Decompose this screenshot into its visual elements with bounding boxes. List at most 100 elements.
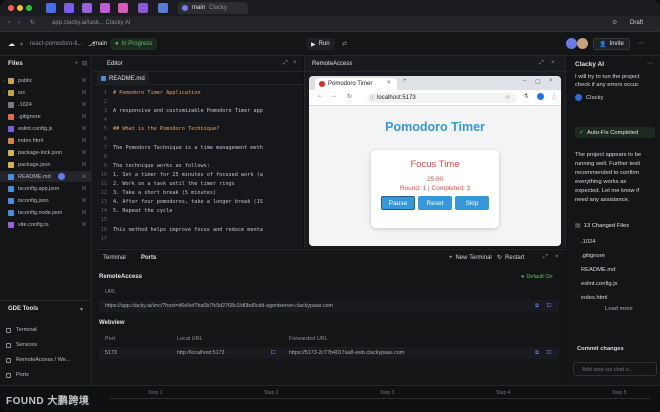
- star-icon[interactable]: ☆: [505, 94, 510, 101]
- close-icon[interactable]: ×: [551, 60, 555, 66]
- close-icon[interactable]: ×: [293, 60, 297, 66]
- settings-icon[interactable]: ⇄: [342, 40, 347, 47]
- close-icon[interactable]: ×: [555, 254, 559, 260]
- changed-file[interactable]: .gitignore: [581, 252, 660, 260]
- tab-terminal[interactable]: Terminal: [103, 250, 126, 265]
- remote-url-row[interactable]: https://app.clacky.ai/vnc/?host=d6e5ef7b…: [99, 300, 559, 312]
- load-more-button[interactable]: Load more: [605, 305, 660, 313]
- file-item[interactable]: .1024 M: [0, 99, 92, 110]
- step-label[interactable]: Step 4: [496, 390, 510, 396]
- reload-icon[interactable]: ↻: [347, 93, 352, 100]
- file-item-selected[interactable]: README.md M: [0, 171, 92, 182]
- file-item[interactable]: › src M: [0, 87, 92, 98]
- file-item[interactable]: vite.config.ts M: [0, 219, 92, 230]
- forward-icon[interactable]: ›: [18, 20, 20, 26]
- restart-button[interactable]: ↻ Restart: [497, 250, 524, 265]
- tool-terminal[interactable]: Terminal: [6, 325, 37, 335]
- minimize-window-icon[interactable]: [17, 5, 23, 11]
- step-label[interactable]: Step 1: [148, 390, 162, 396]
- tool-remote-access[interactable]: RemoteAccess / We...: [6, 355, 70, 365]
- invite-button[interactable]: 👤 Invite: [593, 38, 630, 50]
- tab-favicon-icon[interactable]: [82, 3, 92, 13]
- close-tab-icon[interactable]: ×: [387, 80, 391, 86]
- tab-favicon-icon[interactable]: [100, 3, 110, 13]
- file-item[interactable]: index.html M: [0, 135, 92, 146]
- maximize-icon[interactable]: ⤢: [539, 60, 544, 67]
- extension-icon[interactable]: ⚙: [612, 19, 617, 26]
- reset-button[interactable]: Reset: [418, 196, 452, 210]
- code-line[interactable]: 17: [93, 234, 303, 244]
- browser-tab-pomodoro[interactable]: Pomodoro Timer ×: [315, 78, 397, 90]
- file-item[interactable]: › public M: [0, 75, 92, 86]
- default-on-toggle[interactable]: ● Default On: [521, 274, 553, 280]
- chevron-down-icon[interactable]: ▾: [80, 306, 83, 313]
- profile-label[interactable]: Draft: [630, 20, 643, 26]
- maximize-icon[interactable]: ⤢: [283, 60, 288, 67]
- copy-icon[interactable]: ⧉: [535, 350, 539, 357]
- file-item[interactable]: tsconfig.app.json M: [0, 183, 92, 194]
- step-label[interactable]: Step 3: [380, 390, 394, 396]
- file-item[interactable]: package-lock.json M: [0, 147, 92, 158]
- tab-favicon-icon[interactable]: [158, 3, 168, 13]
- file-item[interactable]: tsconfig.node.json M: [0, 207, 92, 218]
- file-item[interactable]: eslint.config.js M: [0, 123, 92, 134]
- app-logo-icon[interactable]: ☁: [8, 40, 15, 48]
- run-button[interactable]: ▶ Run: [306, 38, 335, 50]
- extension-icon[interactable]: ⚗: [523, 93, 528, 100]
- new-file-icon[interactable]: +: [74, 61, 78, 67]
- repo-name[interactable]: react-pomodoro-ti...: [30, 41, 82, 47]
- close-icon[interactable]: ×: [549, 78, 553, 84]
- branch-name[interactable]: main: [94, 41, 107, 47]
- new-terminal-button[interactable]: + New Terminal: [449, 250, 492, 265]
- port-row[interactable]: 5173 http://localhost:5173 ⧠ https://517…: [99, 347, 559, 359]
- chevron-down-icon[interactable]: ▾: [20, 41, 23, 48]
- close-window-icon[interactable]: [8, 5, 14, 11]
- open-external-icon[interactable]: ⧠: [547, 350, 551, 357]
- back-icon[interactable]: ‹: [8, 20, 10, 26]
- avatar[interactable]: [577, 38, 588, 49]
- profile-icon[interactable]: [537, 93, 544, 100]
- changed-file[interactable]: index.html: [581, 294, 660, 302]
- pause-button[interactable]: Pause: [381, 196, 415, 210]
- browser-tab-main[interactable]: main Clacky: [178, 2, 248, 14]
- step-label[interactable]: Step 2: [264, 390, 278, 396]
- tab-readme[interactable]: README.md: [97, 72, 149, 85]
- tab-favicon-icon[interactable]: [46, 3, 56, 13]
- new-tab-icon[interactable]: +: [403, 78, 407, 84]
- changed-file[interactable]: README.md: [581, 266, 660, 274]
- tool-ports[interactable]: Ports: [6, 370, 29, 380]
- step-label[interactable]: Step 5: [612, 390, 626, 396]
- open-external-icon[interactable]: ⧠: [547, 303, 551, 310]
- tab-favicon-icon[interactable]: [138, 3, 148, 13]
- file-item[interactable]: package.json M: [0, 159, 92, 170]
- tab-favicon-icon[interactable]: [64, 3, 74, 13]
- reload-icon[interactable]: ↻: [30, 19, 35, 26]
- changed-file[interactable]: eslint.config.js: [581, 280, 660, 288]
- file-item[interactable]: .gitignore M: [0, 111, 92, 122]
- commit-changes-button[interactable]: Commit changes: [577, 345, 659, 353]
- chat-input[interactable]: Add step via chat o...: [573, 362, 657, 376]
- tab-favicon-icon[interactable]: [118, 3, 128, 13]
- maximize-icon[interactable]: ⤢: [543, 254, 548, 261]
- collapse-icon[interactable]: ⊟: [82, 60, 87, 67]
- back-icon[interactable]: ←: [317, 93, 323, 99]
- changed-file[interactable]: .1024: [581, 238, 660, 246]
- menu-icon[interactable]: ⋮: [551, 93, 557, 100]
- url-field[interactable]: app.clacky.ai/task... Clacky AI: [52, 20, 131, 26]
- tab-ports[interactable]: Ports: [141, 250, 156, 265]
- forward-icon[interactable]: →: [331, 93, 337, 99]
- skip-button[interactable]: Skip: [455, 196, 489, 210]
- minimize-icon[interactable]: –: [523, 78, 526, 84]
- changed-files-header[interactable]: ▤ 13 Changed Files: [575, 222, 629, 230]
- restore-icon[interactable]: ▢: [535, 78, 541, 85]
- open-external-icon[interactable]: ⧠: [271, 350, 289, 357]
- file-item[interactable]: tsconfig.json M: [0, 195, 92, 206]
- copy-icon[interactable]: ⧉: [535, 303, 539, 310]
- tool-services[interactable]: Services: [6, 340, 37, 350]
- embedded-url-field[interactable]: ⓘ localhost:5173 ☆: [367, 93, 517, 103]
- avatar[interactable]: [566, 38, 577, 49]
- code-area[interactable]: 1 # Pomodoro Timer Application 2 3 A respons…: [93, 88, 303, 248]
- more-icon[interactable]: ⋯: [647, 60, 653, 67]
- maximize-window-icon[interactable]: [26, 5, 32, 11]
- more-icon[interactable]: ⋯: [638, 40, 644, 47]
